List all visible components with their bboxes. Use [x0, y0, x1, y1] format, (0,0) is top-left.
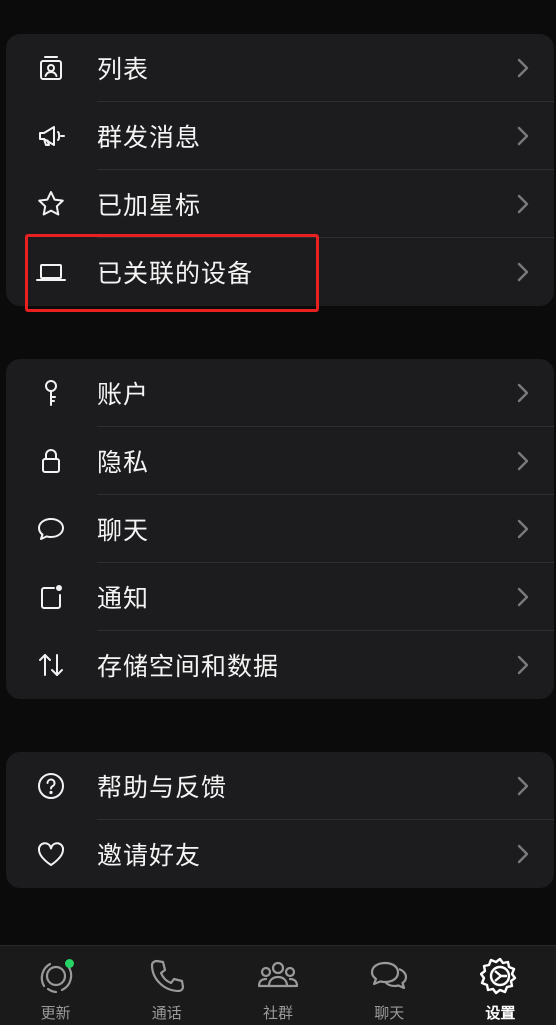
notifications-row[interactable]: 通知: [6, 563, 554, 631]
new-update-badge: [64, 959, 74, 968]
settings-gear-icon: [480, 956, 520, 996]
chats-settings-row[interactable]: 聊天: [6, 495, 554, 563]
laptop-icon: [36, 257, 66, 287]
chevron-right-icon: [516, 518, 530, 540]
tab-calls[interactable]: 通话: [111, 946, 222, 1025]
contact-list-icon: [36, 53, 66, 83]
tab-settings[interactable]: 设置: [445, 946, 556, 1025]
notifications-label: 通知: [97, 584, 150, 613]
help-feedback-row[interactable]: 帮助与反馈: [6, 752, 554, 820]
chevron-right-icon: [516, 843, 530, 865]
tab-chats-label: 聊天: [374, 1004, 405, 1022]
tab-updates[interactable]: 更新: [0, 946, 111, 1025]
chats-settings-label: 聊天: [97, 516, 150, 545]
star-icon: [36, 189, 66, 219]
privacy-label: 隐私: [97, 448, 150, 477]
privacy-row[interactable]: 隐私: [6, 427, 554, 495]
megaphone-icon: [36, 121, 66, 151]
invite-friend-row[interactable]: 邀请好友: [6, 820, 554, 888]
settings-group-1: 列表 群发消息 已加星标 已关联的设备: [6, 34, 554, 306]
tab-communities[interactable]: 社群: [222, 946, 333, 1025]
storage-data-row[interactable]: 存储空间和数据: [6, 631, 554, 699]
lock-icon: [36, 446, 66, 476]
storage-data-label: 存储空间和数据: [97, 652, 280, 681]
settings-group-3: 帮助与反馈 邀请好友: [6, 752, 554, 888]
invite-friend-label: 邀请好友: [97, 841, 202, 870]
lists-row[interactable]: 列表: [6, 34, 554, 102]
transfer-arrows-icon: [36, 650, 66, 680]
starred-label: 已加星标: [97, 191, 202, 220]
help-feedback-label: 帮助与反馈: [97, 773, 228, 802]
chevron-right-icon: [516, 586, 530, 608]
bottom-tab-bar: 更新 通话 社群 聊天 设置: [0, 945, 556, 1025]
tab-updates-label: 更新: [40, 1004, 71, 1022]
tab-communities-label: 社群: [263, 1004, 294, 1022]
key-icon: [36, 378, 66, 408]
phone-icon: [147, 956, 187, 996]
chevron-right-icon: [516, 125, 530, 147]
linked-devices-row[interactable]: 已关联的设备: [6, 238, 554, 306]
community-icon: [258, 956, 298, 996]
chat-bubble-icon: [36, 514, 66, 544]
lists-label: 列表: [97, 55, 150, 84]
broadcast-label: 群发消息: [97, 123, 202, 152]
chevron-right-icon: [516, 382, 530, 404]
account-label: 账户: [97, 380, 150, 409]
notification-icon: [36, 582, 66, 612]
heart-icon: [36, 839, 66, 869]
broadcast-row[interactable]: 群发消息: [6, 102, 554, 170]
account-row[interactable]: 账户: [6, 359, 554, 427]
starred-row[interactable]: 已加星标: [6, 170, 554, 238]
tab-chats[interactable]: 聊天: [334, 946, 445, 1025]
tab-settings-label: 设置: [485, 1004, 516, 1022]
linked-devices-label: 已关联的设备: [97, 259, 254, 288]
chevron-right-icon: [516, 654, 530, 676]
settings-group-2: 账户 隐私 聊天 通知 存储空间和数据: [6, 359, 554, 699]
chats-icon: [369, 956, 409, 996]
chevron-right-icon: [516, 193, 530, 215]
chevron-right-icon: [516, 450, 530, 472]
tab-calls-label: 通话: [151, 1004, 182, 1022]
chevron-right-icon: [516, 775, 530, 797]
chevron-right-icon: [516, 261, 530, 283]
help-icon: [36, 771, 66, 801]
chevron-right-icon: [516, 57, 530, 79]
